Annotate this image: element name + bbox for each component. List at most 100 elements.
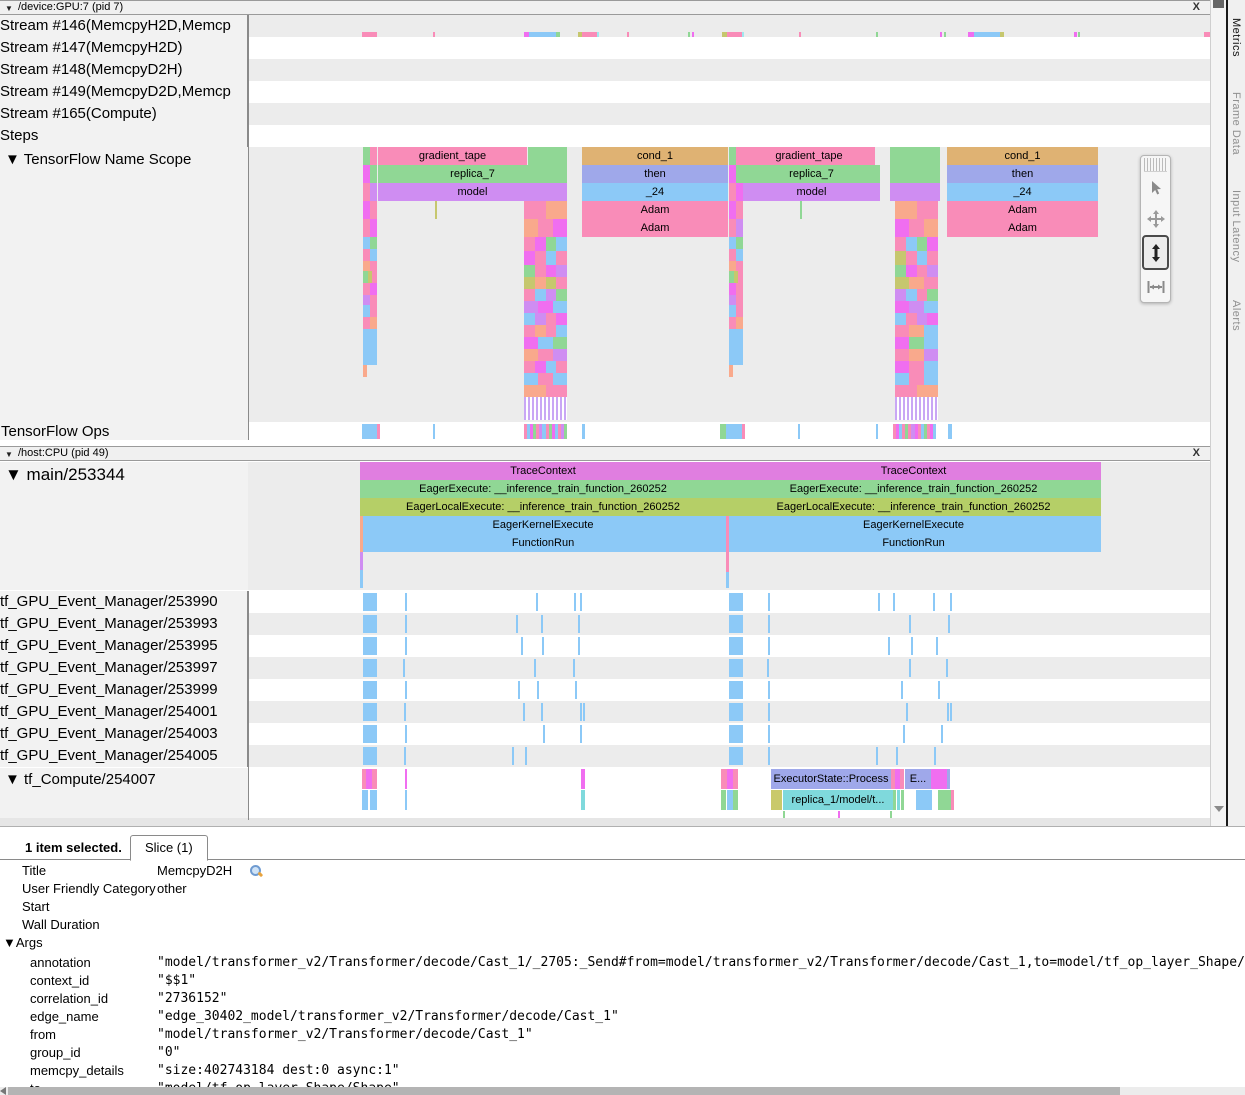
event-tick[interactable] xyxy=(583,703,585,721)
timing-tool-button[interactable] xyxy=(1141,271,1170,302)
name-scope-slice[interactable]: cond_1 xyxy=(947,147,1098,165)
event-tick[interactable] xyxy=(901,681,903,699)
ops-slice[interactable] xyxy=(726,424,742,439)
host-slice[interactable]: TraceContext xyxy=(726,462,1101,480)
event-tick[interactable] xyxy=(767,659,769,677)
event-tick[interactable] xyxy=(909,615,911,633)
sidebar-tab-alerts[interactable]: Alerts xyxy=(1230,300,1242,331)
event-tick[interactable] xyxy=(580,703,582,721)
event-tick[interactable] xyxy=(950,703,952,721)
event-slice[interactable] xyxy=(729,725,743,743)
row-label-main-thread[interactable]: ▼ main/253344 xyxy=(5,465,125,485)
ops-slice[interactable] xyxy=(742,424,745,439)
event-tick[interactable] xyxy=(950,593,952,611)
event-tick[interactable] xyxy=(580,593,582,611)
compute-slice[interactable] xyxy=(581,790,585,810)
compute-slice[interactable]: E... xyxy=(905,769,931,789)
event-slice[interactable] xyxy=(729,637,743,655)
timeline-canvas[interactable]: ▼/device:GPU:7 (pid 7)XStream #146(Memcp… xyxy=(0,0,1210,826)
event-tick[interactable] xyxy=(523,703,525,721)
sidebar-tab-metrics[interactable]: Metrics xyxy=(1230,18,1242,57)
event-slice[interactable] xyxy=(729,593,743,611)
event-tick[interactable] xyxy=(768,725,770,743)
zoom-tool-button[interactable] xyxy=(1142,235,1169,270)
event-tick[interactable] xyxy=(938,681,940,699)
ops-slice[interactable] xyxy=(377,424,380,439)
event-tick[interactable] xyxy=(936,637,938,655)
event-tick[interactable] xyxy=(405,681,407,699)
name-scope-slice[interactable] xyxy=(890,165,940,183)
name-scope-slice[interactable]: Adam xyxy=(947,219,1098,237)
event-tick[interactable] xyxy=(534,659,536,677)
event-tick[interactable] xyxy=(512,747,514,765)
event-tick[interactable] xyxy=(543,725,545,743)
compute-slice[interactable] xyxy=(951,790,954,810)
event-tick[interactable] xyxy=(911,637,913,655)
host-slice[interactable]: EagerLocalExecute: __inference_train_fun… xyxy=(726,498,1101,516)
vertical-scrollbar[interactable] xyxy=(1210,0,1226,826)
event-slice[interactable] xyxy=(363,637,377,655)
name-scope-slice[interactable]: _24 xyxy=(947,183,1098,201)
name-scope-slice[interactable]: replica_7 xyxy=(743,165,880,183)
event-tick[interactable] xyxy=(578,615,580,633)
host-slice[interactable]: EagerExecute: __inference_train_function… xyxy=(360,480,726,498)
event-slice[interactable] xyxy=(363,659,377,677)
ops-slice[interactable] xyxy=(582,424,585,439)
event-tick[interactable] xyxy=(876,747,878,765)
event-tick[interactable] xyxy=(946,659,948,677)
host-slice[interactable]: TraceContext xyxy=(360,462,726,480)
event-slice[interactable] xyxy=(729,615,743,633)
name-scope-slice[interactable]: Adam xyxy=(582,201,728,219)
compute-slice[interactable] xyxy=(901,790,904,810)
name-scope-slice[interactable]: Adam xyxy=(947,201,1098,219)
event-tick[interactable] xyxy=(574,593,576,611)
ops-slice[interactable] xyxy=(893,424,936,439)
compute-slice[interactable] xyxy=(362,790,368,810)
event-tick[interactable] xyxy=(516,615,518,633)
host-slice[interactable]: FunctionRun xyxy=(726,534,1101,552)
event-tick[interactable] xyxy=(768,615,770,633)
compute-slice[interactable] xyxy=(916,790,932,810)
event-tick[interactable] xyxy=(893,593,895,611)
event-tick[interactable] xyxy=(525,747,527,765)
sidebar-tab-input-latency[interactable]: Input Latency xyxy=(1230,190,1242,263)
compute-slice[interactable] xyxy=(897,790,900,810)
compute-slice[interactable]: ExecutorState::Process xyxy=(771,769,891,789)
event-slice[interactable] xyxy=(729,703,743,721)
event-tick[interactable] xyxy=(941,725,943,743)
tab-slice[interactable]: Slice (1) xyxy=(130,835,208,861)
event-tick[interactable] xyxy=(903,725,905,743)
name-scope-slice[interactable]: then xyxy=(582,165,728,183)
event-tick[interactable] xyxy=(768,593,770,611)
scroll-left-arrow-icon[interactable] xyxy=(0,1087,6,1095)
sidebar-tab-frame-data[interactable]: Frame Data xyxy=(1230,92,1242,155)
ops-slice[interactable] xyxy=(876,424,878,439)
collapse-triangle-icon[interactable]: ▼ xyxy=(5,448,13,461)
compute-slice[interactable] xyxy=(405,790,407,810)
event-slice[interactable] xyxy=(363,615,377,633)
event-slice[interactable] xyxy=(363,725,377,743)
compute-slice[interactable] xyxy=(900,769,904,789)
compute-slice[interactable] xyxy=(947,769,950,789)
event-slice[interactable] xyxy=(729,681,743,699)
event-tick[interactable] xyxy=(537,681,539,699)
host-slice[interactable]: EagerExecute: __inference_train_function… xyxy=(726,480,1101,498)
ops-slice[interactable] xyxy=(362,424,377,439)
scroll-down-arrow-icon[interactable] xyxy=(1214,806,1224,812)
event-slice[interactable] xyxy=(363,593,377,611)
ops-slice[interactable] xyxy=(948,424,952,439)
event-slice[interactable] xyxy=(363,747,377,765)
event-slice[interactable] xyxy=(729,747,743,765)
name-scope-slice[interactable] xyxy=(435,201,437,219)
ops-slice[interactable] xyxy=(798,424,800,439)
event-slice[interactable] xyxy=(729,659,743,677)
event-tick[interactable] xyxy=(948,615,950,633)
compute-slice[interactable]: replica_1/model/t... xyxy=(783,790,893,810)
name-scope-slice[interactable] xyxy=(528,147,567,165)
args-section-header[interactable]: ▼Args xyxy=(0,934,1245,952)
event-tick[interactable] xyxy=(580,725,582,743)
event-tick[interactable] xyxy=(906,703,908,721)
event-tick[interactable] xyxy=(518,681,520,699)
name-scope-slice[interactable]: model xyxy=(743,183,880,201)
compute-slice[interactable] xyxy=(721,790,726,810)
